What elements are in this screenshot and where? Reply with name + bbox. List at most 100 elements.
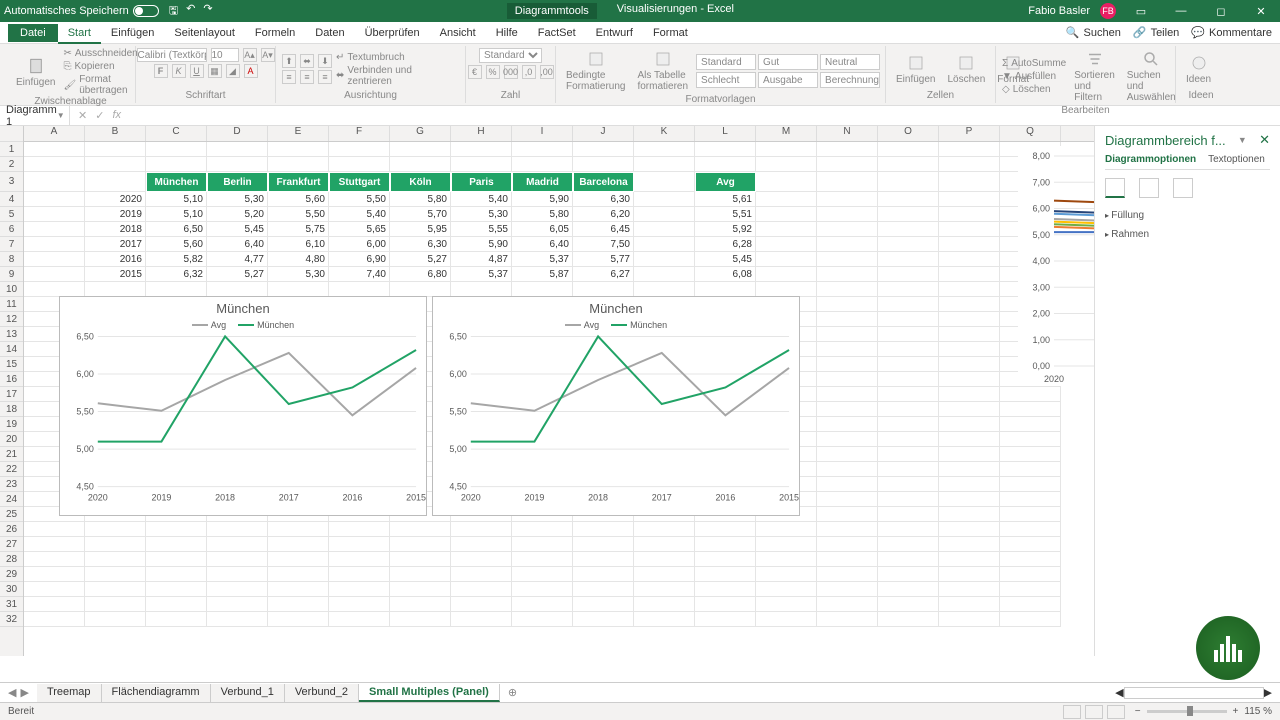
chart-muenchen-2[interactable]: München AvgMünchen 4,505,005,506,006,502… [432, 296, 800, 516]
cell[interactable]: 5,37 [512, 252, 573, 267]
cell[interactable]: Berlin [207, 172, 268, 192]
cell[interactable] [817, 297, 878, 312]
fill-line-icon[interactable] [1105, 178, 1125, 198]
decrease-decimal-icon[interactable]: ,00 [540, 65, 554, 79]
cell[interactable] [878, 342, 939, 357]
cell[interactable] [634, 207, 695, 222]
cell[interactable]: 4,80 [268, 252, 329, 267]
align-middle-icon[interactable]: ⬌ [300, 54, 314, 68]
cell[interactable] [24, 207, 85, 222]
ribbon-tab-formeln[interactable]: Formeln [245, 24, 305, 42]
cell[interactable] [878, 447, 939, 462]
cell[interactable] [756, 522, 817, 537]
row-headers[interactable]: 1234567891011121314151617181920212223242… [0, 126, 24, 656]
share-button[interactable]: 🔗 Teilen [1133, 26, 1179, 39]
cell[interactable] [390, 157, 451, 172]
cell[interactable] [817, 462, 878, 477]
cell[interactable] [878, 207, 939, 222]
cell[interactable] [878, 522, 939, 537]
row-header[interactable]: 6 [0, 222, 23, 237]
effects-icon[interactable] [1139, 178, 1159, 198]
cell[interactable]: 5,61 [695, 192, 756, 207]
cell[interactable] [573, 142, 634, 157]
ribbon-tab-start[interactable]: Start [58, 24, 101, 44]
row-header[interactable]: 11 [0, 297, 23, 312]
cell[interactable]: Stuttgart [329, 172, 390, 192]
cell[interactable] [756, 612, 817, 627]
cell[interactable] [24, 552, 85, 567]
cell[interactable] [939, 327, 1000, 342]
comments-button[interactable]: 💬 Kommentare [1191, 26, 1272, 39]
cell[interactable]: Barcelona [573, 172, 634, 192]
cell[interactable] [939, 492, 1000, 507]
cell[interactable] [878, 612, 939, 627]
cell[interactable] [1000, 387, 1061, 402]
row-header[interactable]: 26 [0, 522, 23, 537]
maximize-icon[interactable]: ◻ [1206, 5, 1236, 18]
cell[interactable] [878, 477, 939, 492]
font-name-select[interactable] [137, 48, 207, 62]
cell[interactable] [878, 222, 939, 237]
size-properties-icon[interactable] [1173, 178, 1193, 198]
ribbon-tab-hilfe[interactable]: Hilfe [486, 24, 528, 42]
cell[interactable] [939, 567, 1000, 582]
cell[interactable]: 5,40 [451, 192, 512, 207]
ribbon-tab-entwurf[interactable]: Entwurf [586, 24, 643, 42]
cell[interactable] [878, 537, 939, 552]
cell[interactable] [939, 252, 1000, 267]
underline-icon[interactable]: U [190, 64, 204, 78]
cell[interactable]: 6,50 [146, 222, 207, 237]
column-header[interactable]: J [573, 126, 634, 141]
cell[interactable] [695, 157, 756, 172]
cell[interactable]: 5,70 [390, 207, 451, 222]
column-header[interactable]: D [207, 126, 268, 141]
cell[interactable] [24, 267, 85, 282]
cell[interactable] [207, 582, 268, 597]
cell[interactable] [329, 597, 390, 612]
ribbon-display-icon[interactable]: ▭ [1126, 5, 1156, 18]
cell[interactable]: 5,51 [695, 207, 756, 222]
cell[interactable] [695, 582, 756, 597]
cell[interactable]: 5,30 [268, 267, 329, 282]
cell[interactable]: 7,50 [573, 237, 634, 252]
cell-style-ausgabe[interactable]: Ausgabe [758, 72, 818, 88]
cell[interactable] [85, 537, 146, 552]
ribbon-tab-format[interactable]: Format [643, 24, 698, 42]
sheet-tab[interactable]: Verbund_1 [211, 684, 285, 702]
cell[interactable] [207, 552, 268, 567]
cell[interactable] [817, 582, 878, 597]
cell[interactable] [817, 142, 878, 157]
cell[interactable] [939, 477, 1000, 492]
ribbon-tab-daten[interactable]: Daten [305, 24, 354, 42]
cell[interactable] [390, 567, 451, 582]
row-header[interactable]: 10 [0, 282, 23, 297]
chart-options-tab[interactable]: Diagrammoptionen [1105, 154, 1196, 165]
cell[interactable] [512, 612, 573, 627]
cell[interactable] [1000, 447, 1061, 462]
cell[interactable] [939, 157, 1000, 172]
cell[interactable] [390, 582, 451, 597]
cell[interactable] [756, 597, 817, 612]
cell[interactable] [634, 612, 695, 627]
cell[interactable] [878, 402, 939, 417]
close-pane-icon[interactable]: ✕ [1259, 132, 1270, 148]
cell[interactable] [85, 522, 146, 537]
font-size-select[interactable] [211, 48, 239, 62]
sheet-tab[interactable]: Flächendiagramm [102, 684, 211, 702]
minimize-icon[interactable]: — [1166, 5, 1196, 17]
cell[interactable] [634, 222, 695, 237]
fill-button[interactable]: ▼ Ausfüllen [1002, 71, 1066, 82]
tab-scroll-left-icon[interactable]: ◀ [8, 686, 16, 699]
cell[interactable] [817, 597, 878, 612]
cell[interactable] [573, 282, 634, 297]
column-header[interactable]: A [24, 126, 85, 141]
column-header[interactable]: L [695, 126, 756, 141]
row-header[interactable]: 24 [0, 492, 23, 507]
cell[interactable] [85, 567, 146, 582]
column-header[interactable]: Q [1000, 126, 1061, 141]
cell[interactable] [85, 172, 146, 192]
cell[interactable] [878, 597, 939, 612]
row-header[interactable]: 7 [0, 237, 23, 252]
cell[interactable] [268, 537, 329, 552]
column-header[interactable]: C [146, 126, 207, 141]
